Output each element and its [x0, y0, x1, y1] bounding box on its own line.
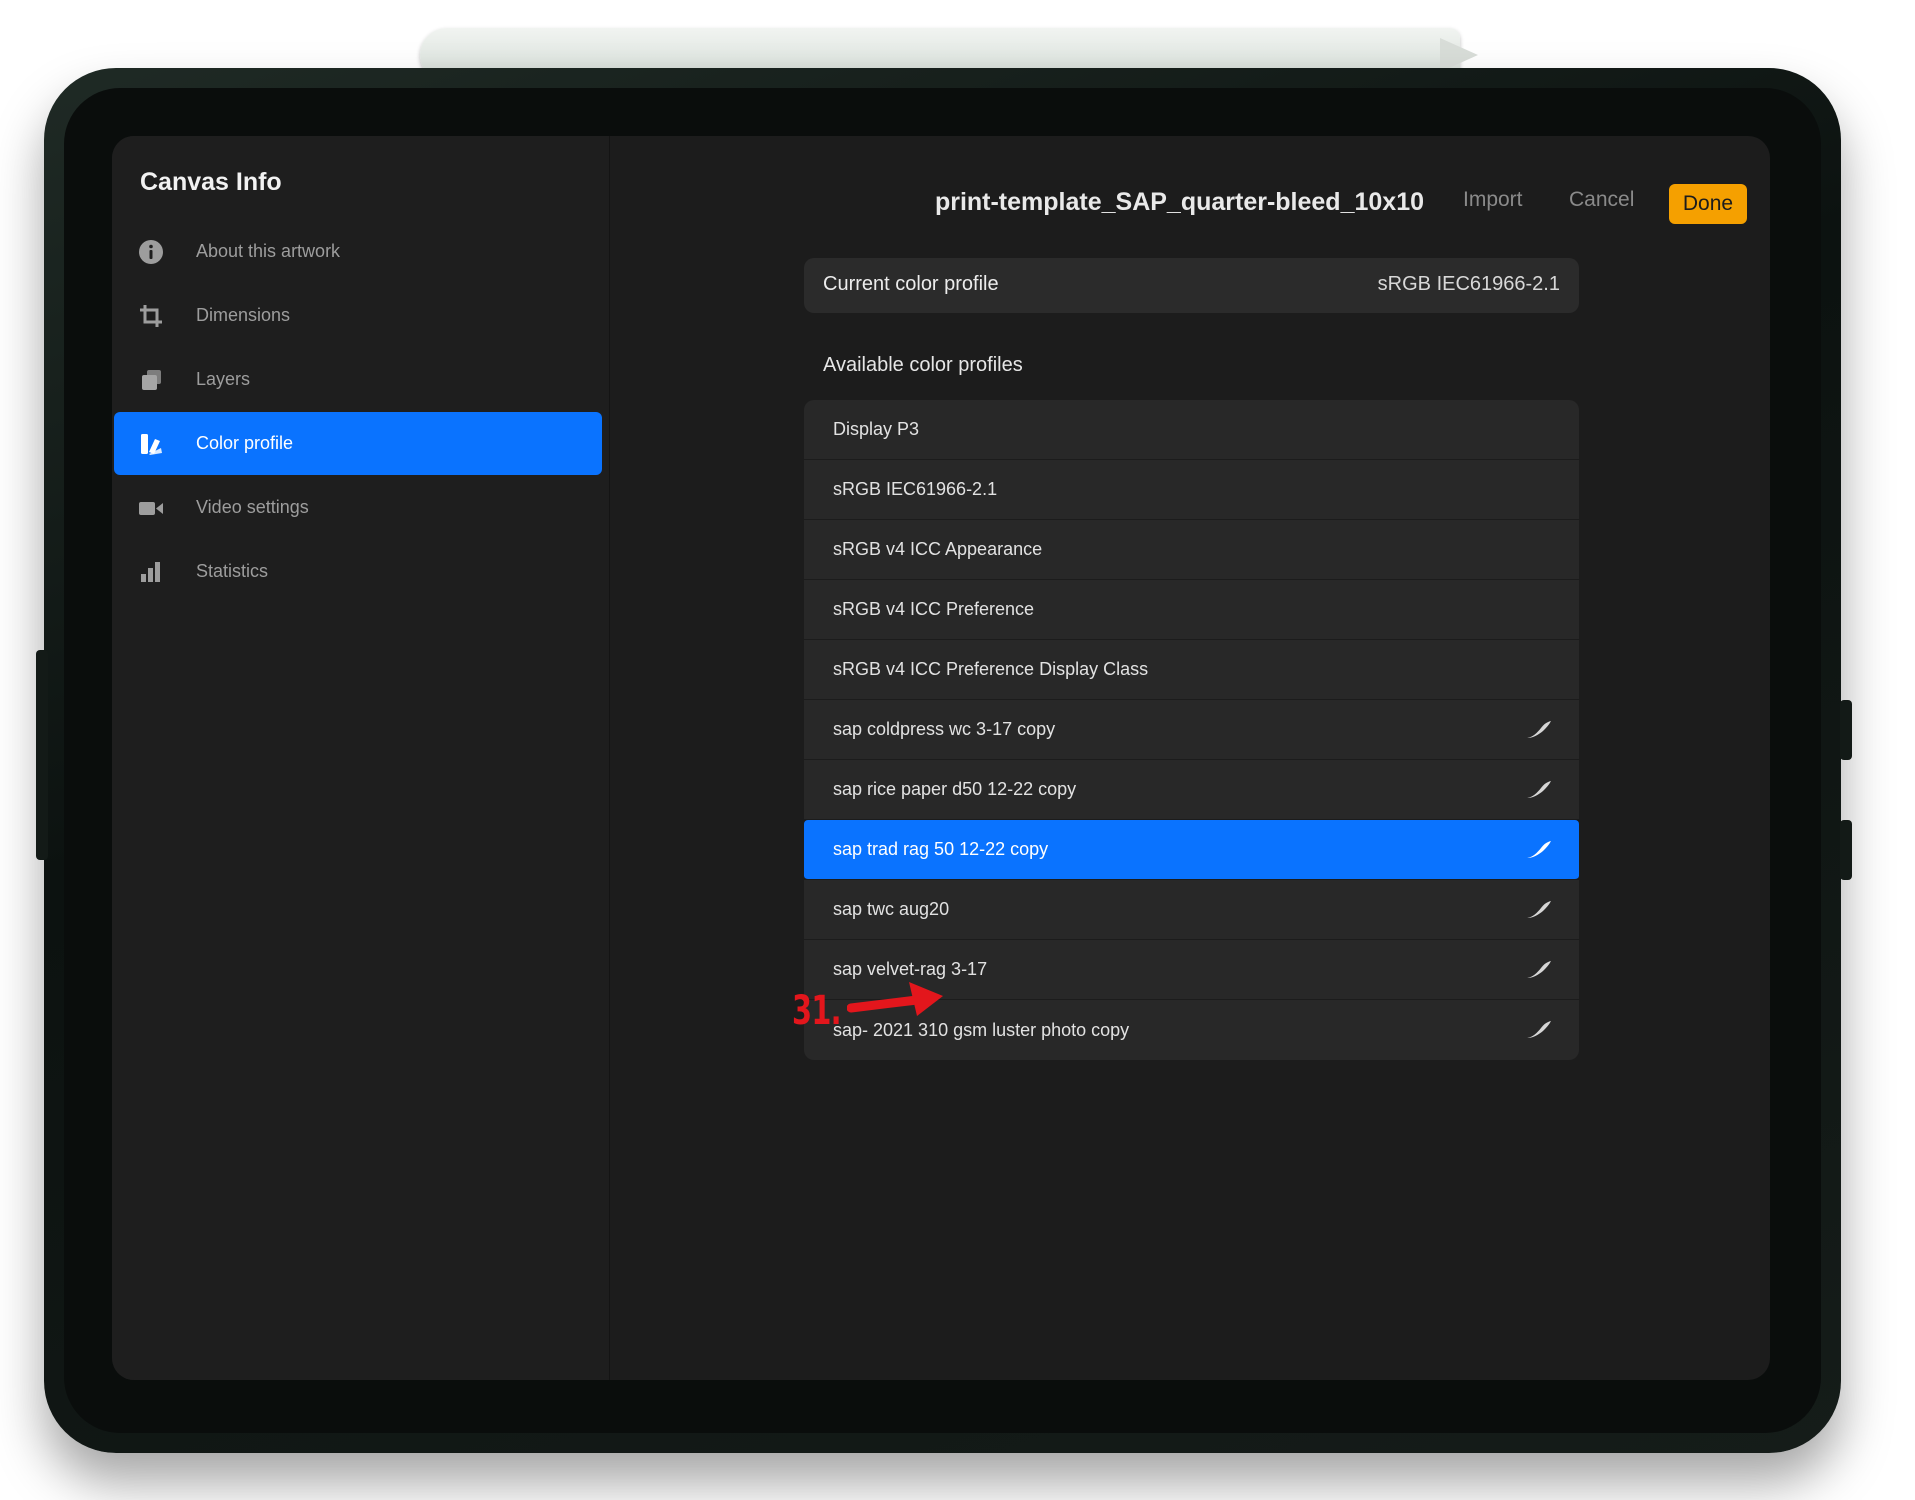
current-color-profile-card: Current color profile sRGB IEC61966-2.1 — [804, 258, 1579, 313]
sidebar-item-label: Color profile — [196, 433, 294, 453]
sidebar-item-label: About this artwork — [196, 241, 341, 261]
profile-name: sap rice paper d50 12-22 copy — [833, 779, 1077, 799]
annotation-arrow-icon — [847, 982, 943, 1016]
brush-icon — [1527, 780, 1551, 798]
sidebar-item-label: Dimensions — [196, 305, 291, 325]
profile-row-display-p3[interactable]: Display P3 — [804, 400, 1579, 460]
brush-icon — [1527, 900, 1551, 918]
sidebar-item-statistics[interactable]: Statistics — [114, 540, 602, 603]
current-profile-value: sRGB IEC61966-2.1 — [1377, 273, 1560, 295]
device-side-button — [36, 650, 48, 860]
info-icon — [138, 239, 164, 265]
color-profile-list: Display P3 sRGB IEC61966-2.1 sRGB v4 ICC… — [804, 400, 1579, 1060]
profile-name: sRGB v4 ICC Preference Display Class — [833, 659, 1149, 679]
sidebar-item-color-profile[interactable]: Color profile — [114, 412, 602, 475]
color-swatch-icon — [138, 431, 164, 457]
profile-name: Display P3 — [833, 419, 920, 439]
brush-icon — [1527, 840, 1551, 858]
sidebar-title: Canvas Info — [140, 168, 282, 196]
sidebar-item-dimensions[interactable]: Dimensions — [114, 284, 602, 347]
bar-chart-icon — [138, 559, 164, 585]
profile-name: sRGB v4 ICC Appearance — [833, 539, 1043, 559]
app-screen: Canvas Info About this artwork Dimension… — [112, 136, 1770, 1380]
profile-row-srgb-v4-preference[interactable]: sRGB v4 ICC Preference — [804, 580, 1579, 640]
profile-row-sap-trad-rag[interactable]: sap trad rag 50 12-22 copy — [804, 820, 1579, 880]
sidebar-item-layers[interactable]: Layers — [114, 348, 602, 411]
profile-name: sap- 2021 310 gsm luster photo copy — [833, 1019, 1130, 1040]
canvas-info-sidebar: Canvas Info About this artwork Dimension… — [112, 136, 610, 1380]
profile-row-srgb-v4-appearance[interactable]: sRGB v4 ICC Appearance — [804, 520, 1579, 580]
profile-row-srgb-v4-preference-display[interactable]: sRGB v4 ICC Preference Display Class — [804, 640, 1579, 700]
profile-name: sap coldpress wc 3-17 copy — [833, 719, 1056, 739]
device-side-button — [1840, 700, 1852, 760]
import-button[interactable]: Import — [1463, 188, 1523, 212]
profile-row-sap-twc[interactable]: sap twc aug20 — [804, 880, 1579, 940]
step-annotation-label: 31. — [792, 988, 842, 1034]
brush-icon — [1527, 960, 1551, 978]
current-profile-label: Current color profile — [823, 273, 999, 295]
sidebar-item-label: Video settings — [196, 497, 309, 517]
document-title: print-template_SAP_quarter-bleed_10x10 — [934, 188, 1424, 216]
video-camera-icon — [138, 495, 164, 521]
profile-name: sRGB v4 ICC Preference — [833, 599, 1035, 619]
sidebar-item-label: Layers — [196, 369, 251, 389]
profile-row-sap-rice-paper[interactable]: sap rice paper d50 12-22 copy — [804, 760, 1579, 820]
profile-name: sap twc aug20 — [833, 899, 950, 919]
apple-pencil-tip — [1440, 38, 1478, 72]
sidebar-item-about[interactable]: About this artwork — [114, 220, 602, 283]
cancel-button[interactable]: Cancel — [1569, 188, 1634, 212]
done-button[interactable]: Done — [1669, 184, 1747, 224]
profile-row-sap-coldpress[interactable]: sap coldpress wc 3-17 copy — [804, 700, 1579, 760]
available-profiles-heading: Available color profiles — [823, 354, 1023, 376]
device-side-button — [1840, 820, 1852, 880]
sidebar-item-label: Statistics — [196, 561, 269, 581]
brush-icon — [1527, 720, 1551, 738]
layers-icon — [138, 367, 164, 393]
crop-icon — [138, 303, 164, 329]
profile-name: sRGB IEC61966-2.1 — [833, 479, 998, 499]
sidebar-item-video-settings[interactable]: Video settings — [114, 476, 602, 539]
profile-row-srgb-iec[interactable]: sRGB IEC61966-2.1 — [804, 460, 1579, 520]
profile-name: sap trad rag 50 12-22 copy — [833, 839, 1049, 859]
brush-icon — [1527, 1021, 1551, 1038]
